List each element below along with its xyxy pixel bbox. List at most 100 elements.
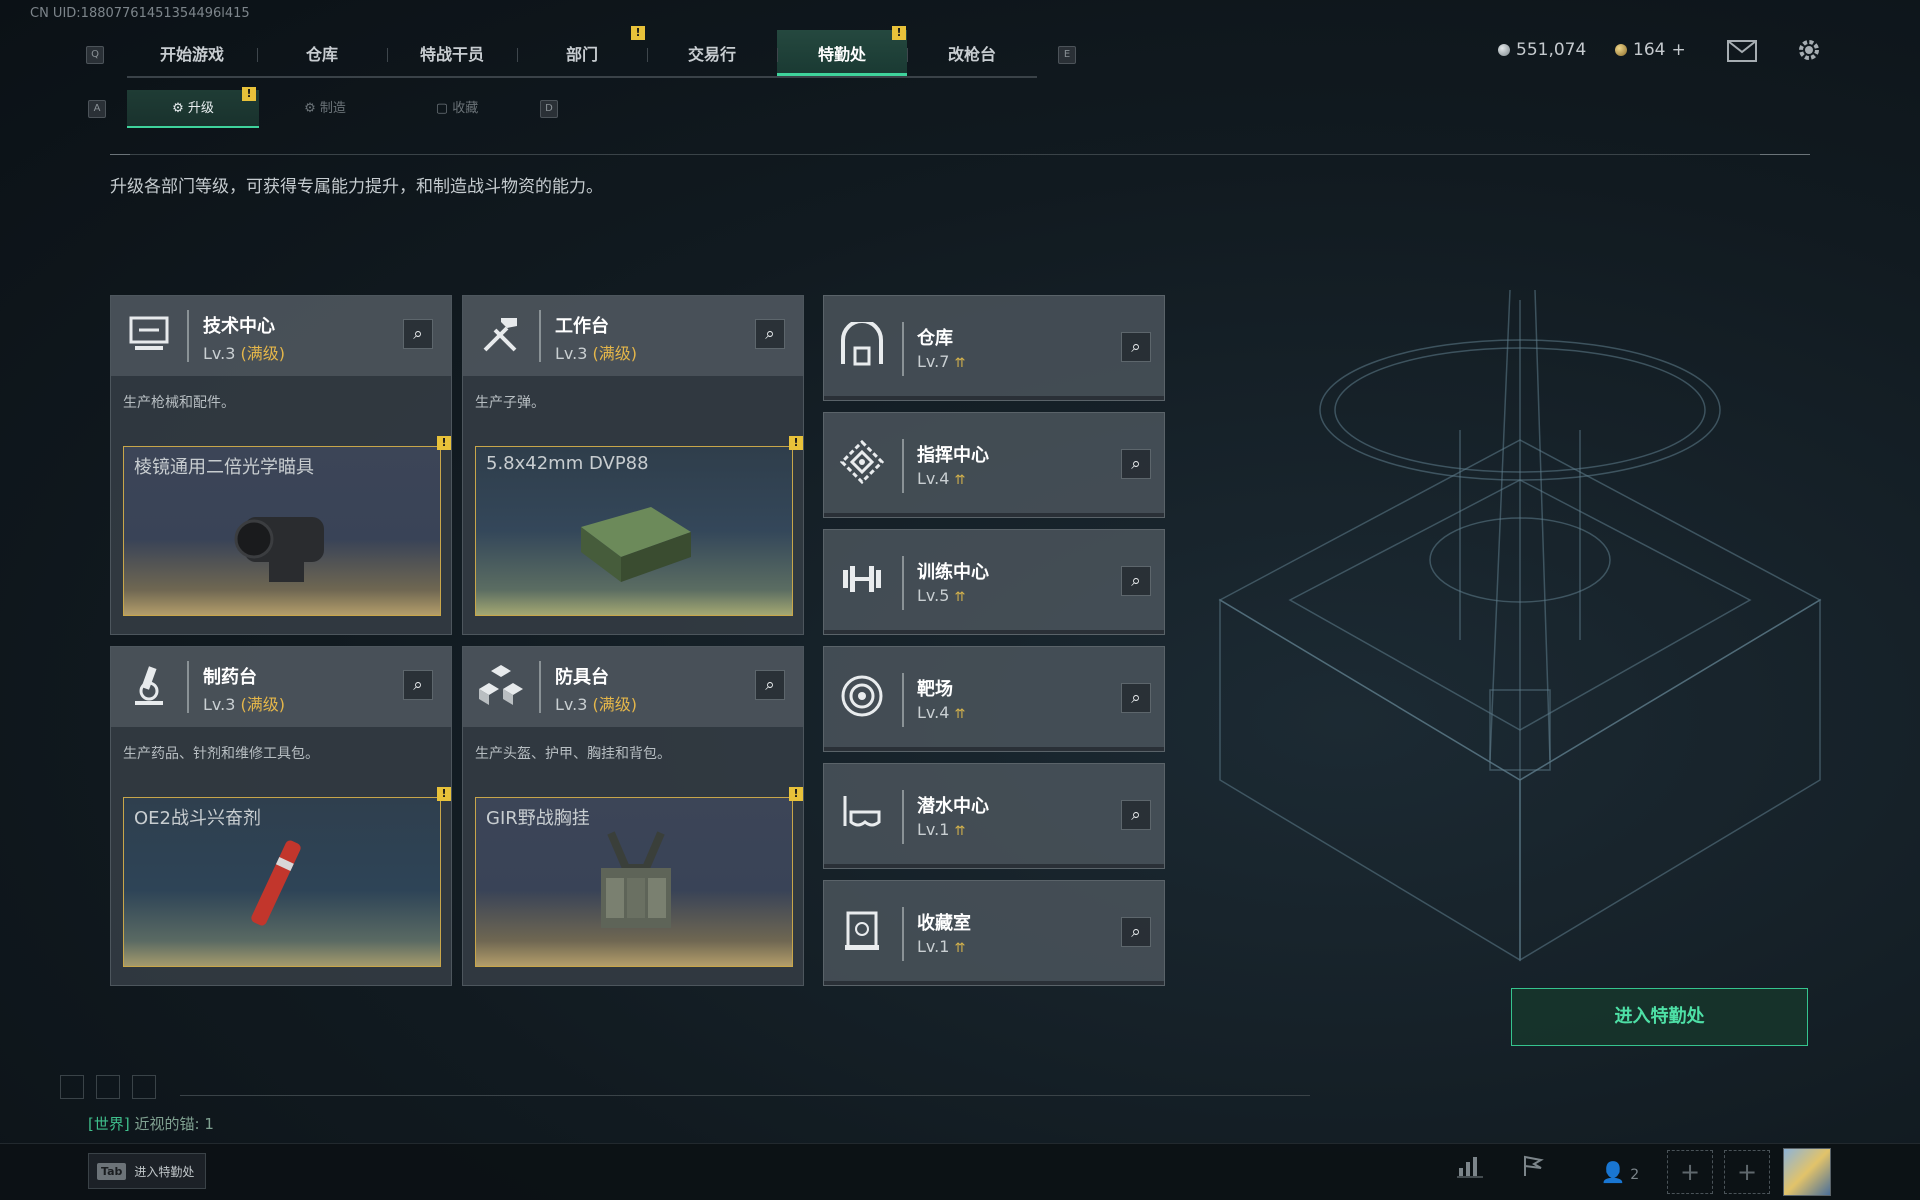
deco-square [60,1075,84,1099]
friends-count: 2 [1630,1167,1640,1183]
flag-icon[interactable] [1518,1153,1548,1191]
tab-gunsmith[interactable]: 改枪台 [907,30,1037,76]
product-slot[interactable]: 5.8x42mm DVP88 [475,446,793,616]
product-slot[interactable]: 棱镜通用二倍光学瞄具 [123,446,441,616]
subnav-key-d: D [540,100,558,118]
base-wireframe-illustration [1218,289,1822,962]
ticket-add-button[interactable]: + [1671,40,1685,60]
search-icon[interactable]: ⌕ [1121,566,1151,596]
product-warning-icon: ! [789,436,803,450]
dept-description: 生产枪械和配件。 [123,395,235,411]
dept-card-training-center[interactable]: 训练中心 Lv.5 ⇈ ⌕ [823,529,1165,635]
search-icon[interactable]: ⌕ [1121,449,1151,479]
ticket-balance[interactable]: 164 + [1615,40,1686,60]
dept-name: 仓库 [917,328,953,349]
dept-card-warehouse[interactable]: 仓库 Lv.7 ⇈ ⌕ [823,295,1165,401]
upgrade-arrow-icon: ⇈ [954,707,966,722]
search-icon[interactable]: ⌕ [1121,683,1151,713]
chest-rig-image [601,831,671,928]
dept-card-command-center[interactable]: 指挥中心 Lv.4 ⇈ ⌕ [823,412,1165,518]
upgrade-arrow-icon: ⇈ [954,473,966,488]
dept-card-shooting-range[interactable]: 靶场 Lv.4 ⇈ ⌕ [823,646,1165,752]
mail-icon[interactable] [1727,40,1757,68]
dept-level: Lv.1 ⇈ [917,937,966,956]
subtab-upgrade[interactable]: ⚙ 升级 [127,90,259,128]
tab-start-game[interactable]: 开始游戏 [127,30,257,76]
tab-warehouse[interactable]: 仓库 [257,30,387,76]
chat-message[interactable]: [世界] 近视的锚: 1 [88,1113,214,1134]
dept-card-pharmacy[interactable]: 制药台 Lv.3 (满级) ⌕ 生产药品、针剂和维修工具包。 OE2战斗兴奋剂 … [110,646,452,986]
dept-level: Lv.1 ⇈ [917,820,966,839]
enter-special-service-button[interactable]: 进入特勤处 [1511,988,1808,1046]
sub-nav: ⚙ 升级 ⚙ 制造 ▢ 收藏 [127,90,523,128]
subtab-collection[interactable]: ▢ 收藏 [391,90,523,128]
tab-operators[interactable]: 特战干员 [387,30,517,76]
dept-level: Lv.5 ⇈ [917,586,966,605]
product-name: GIR野战胸挂 [486,808,590,829]
product-name: OE2战斗兴奋剂 [134,808,261,829]
friends-button[interactable]: 👤 2 [1590,1153,1650,1191]
tab-special-service[interactable]: 特勤处 [777,30,907,76]
settings-gear-icon[interactable] [1795,36,1823,70]
workstation-icon [123,310,175,362]
dept-name: 指挥中心 [917,445,989,466]
dept-description: 生产药品、针剂和维修工具包。 [123,746,319,762]
nav-key-q: Q [86,46,104,64]
dept-level: Lv.4 ⇈ [917,703,966,722]
target-icon [836,673,888,725]
upgrade-warning-icon: ! [242,87,256,101]
deco-square [96,1075,120,1099]
dept-description: 生产头盔、护甲、胸挂和背包。 [475,746,671,762]
product-name: 棱镜通用二倍光学瞄具 [134,457,314,478]
dept-card-collection-room[interactable]: 收藏室 Lv.1 ⇈ ⌕ [823,880,1165,986]
coin-balance[interactable]: 551,074 [1498,40,1586,60]
search-icon[interactable]: ⌕ [755,670,785,700]
dumbbell-icon [836,556,888,608]
tab-shortcut-hint[interactable]: Tab 进入特勤处 [88,1153,206,1189]
nav-key-e: E [1058,46,1076,64]
dept-level: Lv.3 (满级) [555,695,637,714]
dept-name: 潜水中心 [917,796,989,817]
dept-card-workbench[interactable]: 工作台 Lv.3 (满级) ⌕ 生产子弹。 5.8x42mm DVP88 ! [462,295,804,635]
ticket-icon [1615,44,1627,56]
ticket-amount: 164 [1633,40,1666,60]
product-name: 5.8x42mm DVP88 [486,453,649,474]
product-slot[interactable]: OE2战斗兴奋剂 [123,797,441,967]
dept-level: Lv.3 (满级) [555,344,637,363]
tab-hint-label: 进入特勤处 [134,1164,195,1179]
avatar[interactable] [1783,1148,1831,1196]
search-icon[interactable]: ⌕ [403,670,433,700]
dept-description: 生产子弹。 [475,395,545,411]
upgrade-arrow-icon: ⇈ [954,941,966,956]
injector-image [251,840,301,926]
search-icon[interactable]: ⌕ [1121,800,1151,830]
product-slot[interactable]: GIR野战胸挂 [475,797,793,967]
stats-chart-icon[interactable] [1455,1153,1485,1191]
scope-image [234,517,324,582]
dept-card-armor[interactable]: 防具台 Lv.3 (满级) ⌕ 生产头盔、护甲、胸挂和背包。 GIR野战胸挂 ! [462,646,804,986]
department-warning-icon: ! [631,26,645,40]
tab-key: Tab [97,1162,127,1180]
dept-level: Lv.4 ⇈ [917,469,966,488]
tab-department[interactable]: 部门 [517,30,647,76]
dept-name: 防具台 [555,667,609,688]
search-icon[interactable]: ⌕ [1121,917,1151,947]
page-description: 升级各部门等级，可获得专属能力提升，和制造战斗物资的能力。 [110,177,603,197]
add-slot-button[interactable]: + [1667,1150,1713,1194]
search-icon[interactable]: ⌕ [1121,332,1151,362]
dept-card-tech-center[interactable]: 技术中心 Lv.3 (满级) ⌕ 生产枪械和配件。 棱镜通用二倍光学瞄具 ! [110,295,452,635]
microscope-icon [123,661,175,713]
deco-line [180,1095,1310,1096]
subtab-craft[interactable]: ⚙ 制造 [259,90,391,128]
dept-name: 技术中心 [203,316,275,337]
special-service-warning-icon: ! [892,26,906,40]
dept-card-diving-center[interactable]: 潜水中心 Lv.1 ⇈ ⌕ [823,763,1165,869]
upgrade-arrow-icon: ⇈ [954,356,966,371]
tab-trading[interactable]: 交易行 [647,30,777,76]
search-icon[interactable]: ⌕ [403,319,433,349]
dept-name: 靶场 [917,679,953,700]
add-slot-button[interactable]: + [1724,1150,1770,1194]
dept-name: 训练中心 [917,562,989,583]
search-icon[interactable]: ⌕ [755,319,785,349]
product-warning-icon: ! [789,787,803,801]
